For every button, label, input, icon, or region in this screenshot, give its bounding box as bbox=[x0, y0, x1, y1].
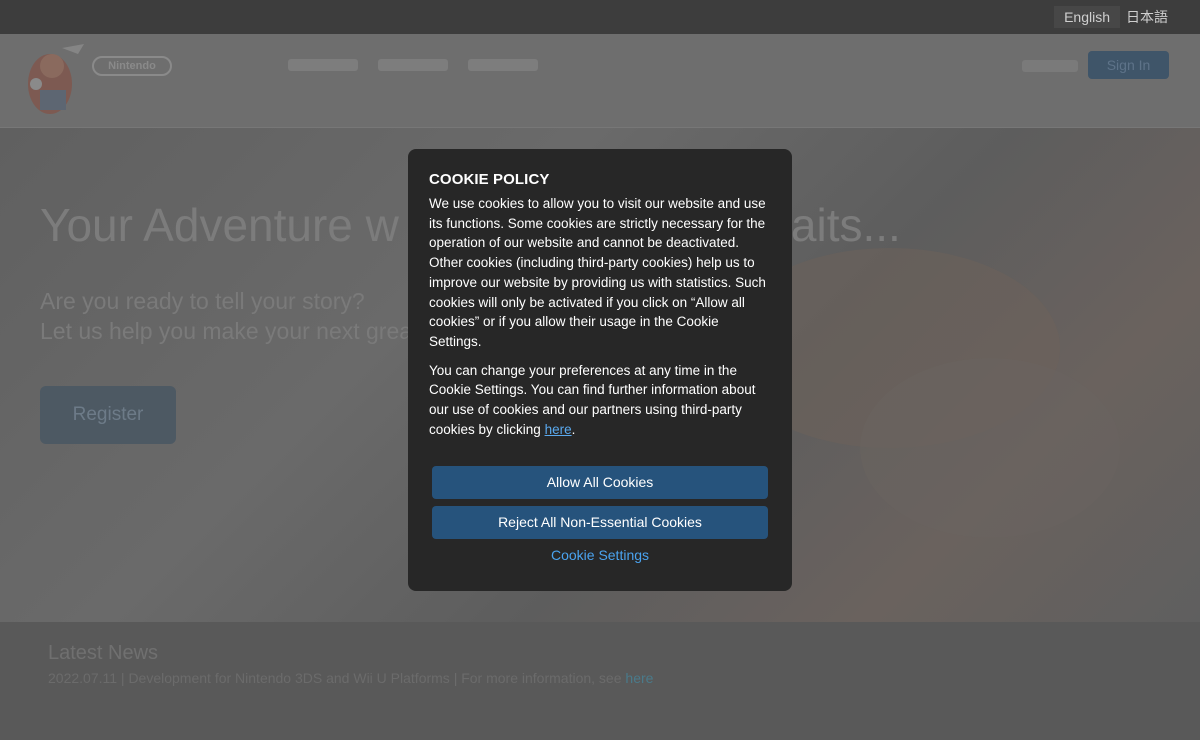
cookie-settings-link[interactable]: Cookie Settings bbox=[408, 547, 792, 563]
cookie-preferences-text: You can change your preferences at any t… bbox=[429, 361, 771, 440]
cookie-description: We use cookies to allow you to visit our… bbox=[429, 196, 766, 349]
cookie-info-link[interactable]: here bbox=[545, 422, 572, 437]
mascot-logo-icon bbox=[28, 44, 84, 114]
hero-art bbox=[860, 358, 1120, 538]
site-header: Nintendo Sign In bbox=[0, 34, 1200, 128]
cookie-preferences-body: You can change your preferences at any t… bbox=[429, 362, 756, 437]
cookie-preferences-period: . bbox=[571, 421, 576, 437]
register-button[interactable]: Register bbox=[40, 386, 176, 444]
language-japanese[interactable]: 日本語 bbox=[1116, 6, 1178, 28]
hero-title-start: Your Adventure w bbox=[40, 199, 399, 251]
dialog-title: COOKIE POLICY bbox=[429, 171, 550, 188]
header-link[interactable] bbox=[1022, 60, 1078, 72]
news-item-text: 2022.07.11 | Development for Nintendo 3D… bbox=[48, 670, 622, 686]
language-english[interactable]: English bbox=[1054, 6, 1120, 28]
hero-subtitle: Let us help you make your next great bbox=[40, 318, 419, 344]
news-title: Latest News bbox=[48, 642, 159, 664]
allow-all-cookies-button[interactable]: Allow All Cookies bbox=[432, 466, 768, 499]
top-bar: English 日本語 bbox=[0, 0, 1200, 34]
nav-item-1[interactable] bbox=[288, 59, 358, 71]
main-nav bbox=[288, 59, 538, 71]
cookie-policy-dialog: COOKIE POLICY We use cookies to allow yo… bbox=[408, 149, 792, 591]
nav-item-3[interactable] bbox=[468, 59, 538, 71]
reject-non-essential-cookies-button[interactable]: Reject All Non-Essential Cookies bbox=[432, 506, 768, 539]
hero-subtitle: Are you ready to tell your story? bbox=[40, 288, 365, 314]
nav-item-2[interactable] bbox=[378, 59, 448, 71]
brand-logo[interactable]: Nintendo bbox=[92, 56, 172, 76]
news-item-link[interactable]: here bbox=[625, 670, 653, 686]
news-item: 2022.07.11 | Development for Nintendo 3D… bbox=[48, 670, 653, 686]
sign-in-button[interactable]: Sign In bbox=[1088, 51, 1169, 79]
latest-news-section: Latest News 2022.07.11 | Development for… bbox=[0, 622, 1200, 740]
